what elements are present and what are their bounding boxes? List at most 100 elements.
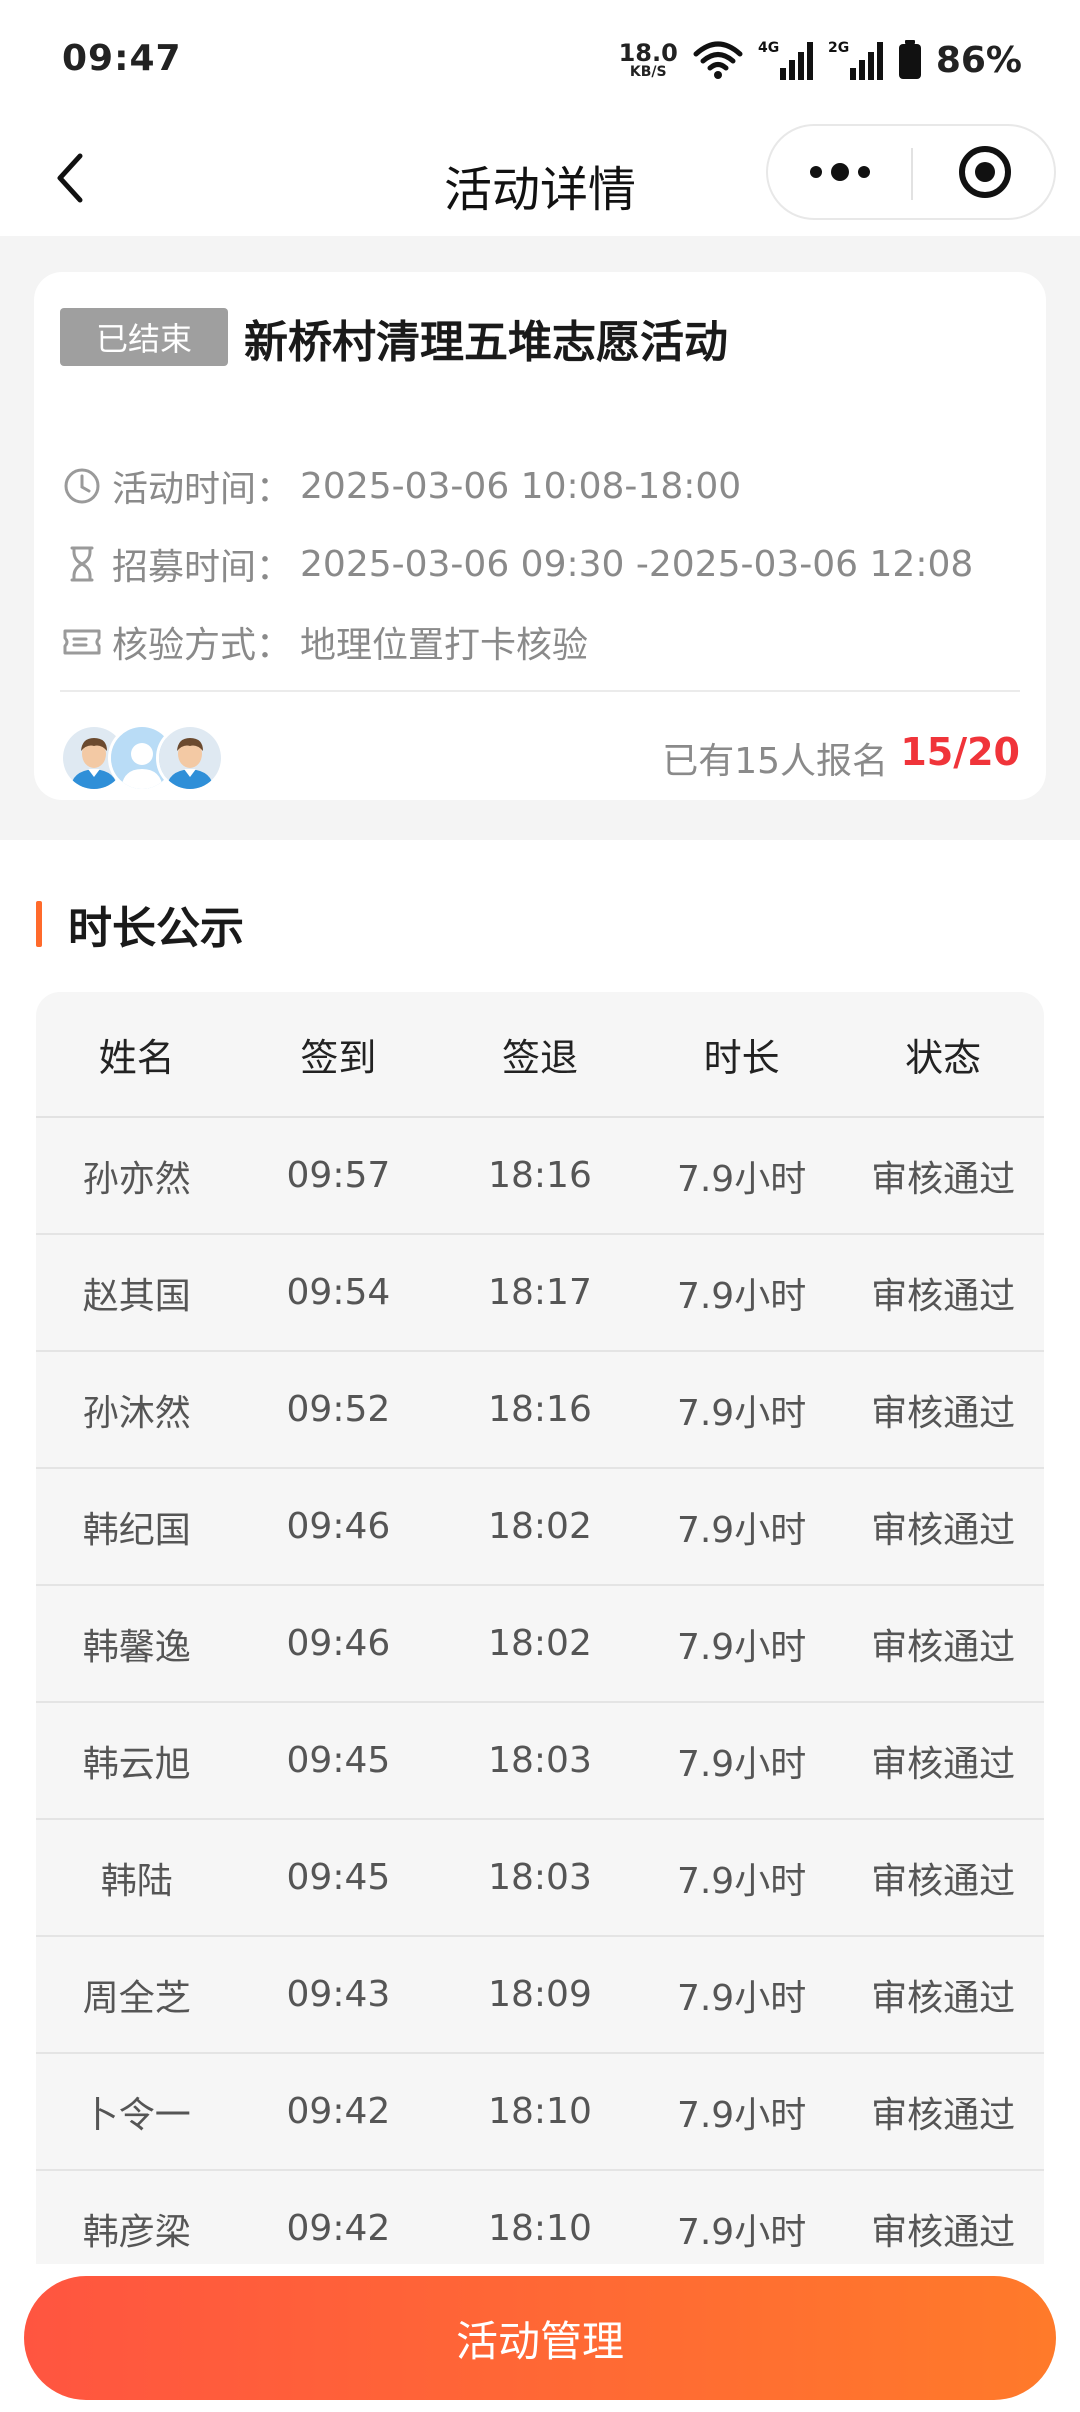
activity-time-row: 活动时间： 2025-03-06 10:08-18:00	[60, 458, 741, 514]
cell-sign-out: 18:16	[488, 1155, 592, 1196]
participant-avatars[interactable]	[60, 724, 240, 792]
battery-icon	[898, 40, 921, 79]
ticket-icon	[60, 620, 104, 664]
net-speed: 18.0 KB/S	[619, 41, 678, 79]
cell-sign-out: 18:16	[488, 1389, 592, 1430]
cell-sign-out: 18:10	[488, 2091, 592, 2132]
table-row: 韩陆 09:45 18:03 7.9小时 审核通过	[36, 1820, 1044, 1937]
activity-info-section: 已结束 新桥村清理五堆志愿活动 活动时间： 2025-03-06 10:08-1…	[0, 236, 1080, 840]
cell-name: 周全芝	[82, 1977, 191, 2019]
cell-sign-out: 18:03	[488, 1740, 592, 1781]
table-row: 孙沐然 09:52 18:16 7.9小时 审核通过	[36, 1352, 1044, 1469]
cell-sign-in: 09:42	[286, 2208, 391, 2249]
cell-sign-out: 18:09	[488, 1974, 592, 2015]
cell-status: 审核通过	[871, 2211, 1016, 2253]
activity-time-label: 活动时间：	[112, 469, 293, 510]
cell-status: 审核通过	[871, 1860, 1016, 1902]
cell-sign-in: 09:46	[286, 1623, 391, 1664]
table-row: 孙亦然 09:57 18:16 7.9小时 审核通过	[36, 1118, 1044, 1235]
activity-title: 新桥村清理五堆志愿活动	[244, 317, 728, 368]
cell-duration: 7.9小时	[676, 1626, 807, 1668]
activity-manage-button[interactable]: 活动管理	[24, 2276, 1056, 2400]
cell-duration: 7.9小时	[676, 2094, 807, 2136]
column-header-status: 状态	[905, 1035, 982, 1080]
table-row: 周全芝 09:43 18:09 7.9小时 审核通过	[36, 1937, 1044, 2054]
net-speed-unit: KB/S	[629, 64, 667, 80]
signal-2g-icon: 2G	[828, 40, 883, 80]
column-header-duration: 时长	[703, 1035, 780, 1080]
activity-time-value: 2025-03-06 10:08-18:00	[300, 465, 742, 507]
cell-sign-out: 18:10	[488, 2208, 592, 2249]
table-row: 韩云旭 09:45 18:03 7.9小时 审核通过	[36, 1703, 1044, 1820]
target-close-icon	[958, 146, 1011, 198]
cell-name: 韩云旭	[82, 1743, 191, 1785]
section-accent-bar	[36, 901, 42, 947]
cell-name: 赵其国	[82, 1275, 191, 1317]
cell-name: 韩陆	[100, 1860, 173, 1902]
cell-sign-in: 09:45	[286, 1857, 391, 1898]
cell-status: 审核通过	[871, 1626, 1016, 1668]
status-indicators: 18.0 KB/S 4G 2G 86%	[619, 36, 1022, 84]
cell-name: 孙亦然	[82, 1158, 191, 1200]
avatar	[156, 724, 224, 792]
close-button[interactable]	[913, 126, 1056, 218]
duration-table: 姓名 签到 签退 时长 状态 孙亦然 09:57 18:16 7.9小时 审核通…	[36, 992, 1044, 2264]
clock-icon	[60, 464, 104, 508]
table-header: 姓名 签到 签退 时长 状态	[36, 992, 1044, 1118]
status-time: 09:47	[62, 38, 182, 79]
cell-name: 孙沐然	[82, 1392, 191, 1434]
cell-duration: 7.9小时	[676, 1743, 807, 1785]
signup-text: 已有15人报名	[662, 741, 888, 782]
recruit-time-label: 招募时间：	[112, 547, 293, 588]
table-row: 韩纪国 09:46 18:02 7.9小时 审核通过	[36, 1469, 1044, 1586]
cell-duration: 7.9小时	[676, 1860, 807, 1902]
nav-bar: 活动详情	[0, 120, 1080, 236]
table-row: 赵其国 09:54 18:17 7.9小时 审核通过	[36, 1235, 1044, 1352]
cell-name: 韩纪国	[82, 1509, 191, 1551]
cell-sign-out: 18:02	[488, 1506, 592, 1547]
cell-name: 韩馨逸	[82, 1626, 191, 1668]
card-divider	[60, 690, 1020, 692]
table-row: 韩彦梁 09:42 18:10 7.9小时 审核通过	[36, 2171, 1044, 2264]
signup-count: 15/20	[900, 730, 1020, 774]
cell-sign-in: 09:43	[286, 1974, 391, 2015]
cell-sign-in: 09:42	[286, 2091, 391, 2132]
verify-method-row: 核验方式： 地理位置打卡核验	[60, 614, 588, 670]
hourglass-icon	[60, 542, 104, 586]
cell-status: 审核通过	[871, 1275, 1016, 1317]
verify-method-label: 核验方式：	[112, 625, 293, 666]
battery-percent: 86%	[935, 39, 1022, 81]
recruit-time-value: 2025-03-06 09:30 -2025-03-06 12:08	[300, 543, 974, 585]
mini-program-capsule	[766, 124, 1056, 220]
status-badge: 已结束	[60, 308, 228, 366]
column-header-name: 姓名	[98, 1035, 175, 1080]
cell-duration: 7.9小时	[676, 1275, 807, 1317]
cell-sign-out: 18:02	[488, 1623, 592, 1664]
cell-name: 卜令一	[82, 2094, 191, 2136]
cell-status: 审核通过	[871, 2094, 1016, 2136]
activity-detail-page: 09:47 18.0 KB/S 4G 2G 86% 活动详情 已结束 新桥村清理…	[0, 0, 1080, 2412]
net-speed-value: 18.0	[618, 39, 678, 67]
more-button[interactable]	[768, 126, 911, 218]
cell-status: 审核通过	[871, 1392, 1016, 1434]
cell-status: 审核通过	[871, 1509, 1016, 1551]
section-title: 时长公示	[68, 903, 244, 954]
cell-sign-in: 09:46	[286, 1506, 391, 1547]
wifi-icon	[693, 41, 743, 79]
table-row: 卜令一 09:42 18:10 7.9小时 审核通过	[36, 2054, 1044, 2171]
cell-sign-in: 09:57	[286, 1155, 391, 1196]
cell-duration: 7.9小时	[676, 2211, 807, 2253]
cell-status: 审核通过	[871, 1158, 1016, 1200]
activity-card: 已结束 新桥村清理五堆志愿活动 活动时间： 2025-03-06 10:08-1…	[34, 272, 1046, 800]
cell-duration: 7.9小时	[676, 1392, 807, 1434]
cell-duration: 7.9小时	[676, 1977, 807, 2019]
more-dots-icon	[809, 163, 870, 181]
signal-4g-label: 4G	[758, 40, 779, 56]
status-bar: 09:47 18.0 KB/S 4G 2G 86%	[0, 0, 1080, 120]
cell-status: 审核通过	[871, 1743, 1016, 1785]
cell-sign-in: 09:54	[286, 1272, 391, 1313]
table-row: 韩馨逸 09:46 18:02 7.9小时 审核通过	[36, 1586, 1044, 1703]
signal-4g-icon: 4G	[758, 40, 813, 80]
cell-status: 审核通过	[871, 1977, 1016, 2019]
cell-sign-in: 09:52	[286, 1389, 391, 1430]
